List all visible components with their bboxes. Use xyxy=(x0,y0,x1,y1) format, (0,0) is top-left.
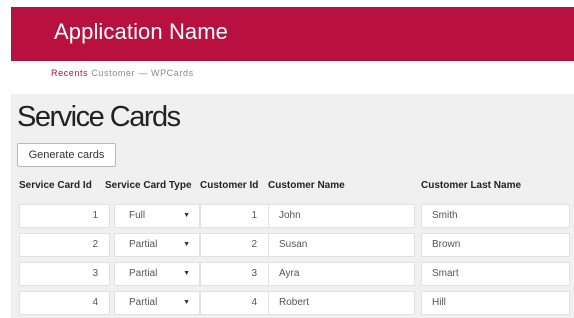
breadcrumb-current: WPCards xyxy=(150,68,194,78)
service-card-id-input[interactable]: 4 xyxy=(19,291,110,315)
column-header-customer-name: Customer Name xyxy=(268,180,345,191)
table-row: 3 Partial ▼ 3 Ayra Smart xyxy=(11,262,574,286)
customer-name-input[interactable]: Ayra xyxy=(268,262,415,286)
service-card-type-value: Partial xyxy=(129,297,158,308)
customer-name-input[interactable]: John xyxy=(268,204,415,228)
table-row: 4 Partial ▼ 4 Robert Hill xyxy=(11,291,574,315)
column-header-customer-id: Customer Id xyxy=(200,180,259,191)
service-card-type-select[interactable]: Partial ▼ xyxy=(114,262,200,286)
table-row: 2 Partial ▼ 2 Susan Brown xyxy=(11,233,574,257)
breadcrumb-recents[interactable]: Recents xyxy=(51,68,88,78)
column-header-service-card-type: Service Card Type xyxy=(105,180,192,191)
service-card-type-value: Partial xyxy=(129,239,158,250)
service-card-type-select[interactable]: Partial ▼ xyxy=(114,291,200,315)
page-title: Service Cards xyxy=(17,101,181,133)
generate-cards-button[interactable]: Generate cards xyxy=(17,143,116,167)
service-card-id-input[interactable]: 1 xyxy=(19,204,110,228)
service-card-id-input[interactable]: 2 xyxy=(19,233,110,257)
customer-last-name-input[interactable]: Brown xyxy=(421,233,570,257)
customer-id-input[interactable]: 4 xyxy=(200,291,269,315)
app-title: Application Name xyxy=(54,19,229,44)
caret-down-icon: ▼ xyxy=(183,212,190,219)
breadcrumb-separator: — xyxy=(138,68,148,78)
customer-last-name-input[interactable]: Smart xyxy=(421,262,570,286)
customer-name-input[interactable]: Robert xyxy=(268,291,415,315)
column-header-service-card-id: Service Card Id xyxy=(19,180,92,191)
main-content: Service Cards Generate cards Service Car… xyxy=(11,94,574,318)
customer-id-input[interactable]: 1 xyxy=(200,204,269,228)
customer-id-input[interactable]: 3 xyxy=(200,262,269,286)
caret-down-icon: ▼ xyxy=(183,270,190,277)
column-header-customer-last-name: Customer Last Name xyxy=(421,180,522,191)
service-card-type-value: Partial xyxy=(129,268,158,279)
service-card-id-input[interactable]: 3 xyxy=(19,262,110,286)
customer-name-input[interactable]: Susan xyxy=(268,233,415,257)
caret-down-icon: ▼ xyxy=(183,241,190,248)
table-row: 1 Full ▼ 1 John Smith xyxy=(11,204,574,228)
breadcrumb-customer[interactable]: Customer xyxy=(91,68,135,78)
service-card-type-value: Full xyxy=(129,210,146,221)
caret-down-icon: ▼ xyxy=(183,299,190,306)
breadcrumb: Recents Customer — WPCards xyxy=(51,68,194,78)
customer-last-name-input[interactable]: Hill xyxy=(421,291,570,315)
customer-id-input[interactable]: 2 xyxy=(200,233,269,257)
customer-last-name-input[interactable]: Smith xyxy=(421,204,570,228)
app-header: Application Name xyxy=(11,7,574,61)
service-card-type-select[interactable]: Full ▼ xyxy=(114,204,200,228)
service-card-type-select[interactable]: Partial ▼ xyxy=(114,233,200,257)
